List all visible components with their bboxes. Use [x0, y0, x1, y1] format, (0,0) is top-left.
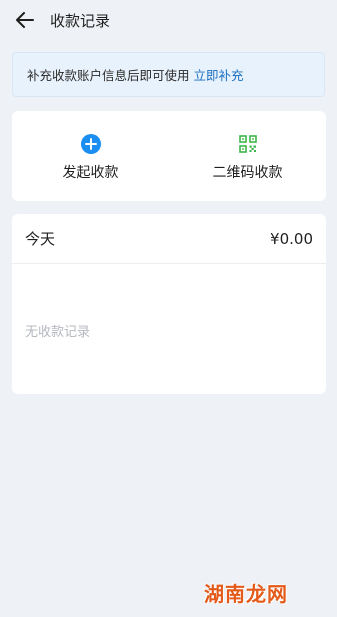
notice-text: 补充收款账户信息后即可使用 — [27, 68, 190, 83]
records-day-header: 今天 ¥0.00 — [12, 214, 326, 264]
collection-actions-card: 发起收款 二维码收款 — [12, 111, 326, 201]
qr-collection-button[interactable]: 二维码收款 — [169, 111, 326, 201]
empty-records-text: 无收款记录 — [25, 325, 91, 340]
top-bar: 收款记录 — [0, 0, 337, 40]
account-notice-banner: 补充收款账户信息后即可使用 立即补充 — [12, 52, 325, 97]
qr-collection-label: 二维码收款 — [212, 165, 283, 181]
start-collection-label: 发起收款 — [62, 165, 119, 181]
site-watermark: 湖南龙网 — [204, 582, 288, 606]
back-button[interactable] — [14, 9, 36, 31]
plus-circle-icon — [80, 134, 101, 154]
records-date-label: 今天 — [25, 230, 56, 248]
collection-records-card: 今天 ¥0.00 无收款记录 — [12, 214, 326, 394]
start-collection-button[interactable]: 发起收款 — [12, 111, 169, 201]
supplement-now-link[interactable]: 立即补充 — [194, 65, 244, 84]
records-total-amount: ¥0.00 — [270, 229, 313, 248]
page-title: 收款记录 — [50, 11, 111, 30]
qr-code-icon — [238, 134, 258, 154]
arrow-left-icon — [16, 12, 34, 28]
